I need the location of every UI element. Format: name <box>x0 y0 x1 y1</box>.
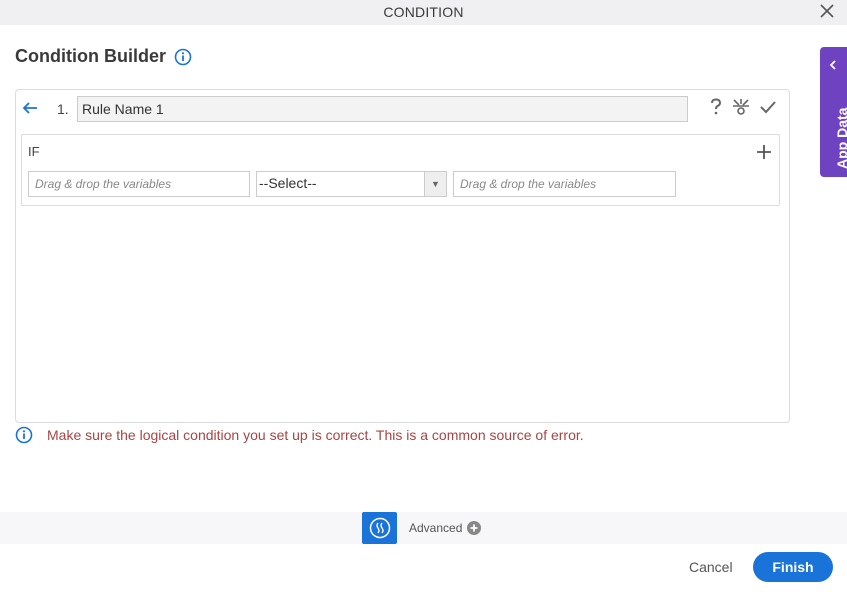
rule-panel: 1. IF Drag & drop the variables --Select… <box>15 89 790 423</box>
page-heading: Condition Builder <box>15 46 192 67</box>
advanced-toggle-button[interactable] <box>362 512 397 544</box>
right-variable-dropzone[interactable]: Drag & drop the variables <box>453 171 676 197</box>
chevron-left-icon <box>829 60 836 70</box>
rule-name-input[interactable] <box>77 96 688 122</box>
advanced-bar: Advanced <box>0 512 847 544</box>
check-icon[interactable] <box>759 99 777 115</box>
finish-button[interactable]: Finish <box>753 552 833 582</box>
warning-message: Make sure the logical condition you set … <box>15 426 584 444</box>
if-label: IF <box>28 144 40 159</box>
operator-select[interactable]: --Select-- ▼ <box>256 171 447 197</box>
cancel-button[interactable]: Cancel <box>689 559 733 575</box>
help-icon[interactable] <box>709 98 723 116</box>
dialog-titlebar: CONDITION <box>0 0 847 25</box>
if-condition-block: IF Drag & drop the variables --Select-- … <box>21 134 780 206</box>
app-data-label: App Data <box>834 107 847 169</box>
left-variable-dropzone[interactable]: Drag & drop the variables <box>28 171 250 197</box>
expand-plus-icon[interactable] <box>467 521 481 535</box>
info-icon <box>15 426 33 444</box>
add-condition-icon[interactable] <box>755 143 773 161</box>
warning-text: Make sure the logical condition you set … <box>47 427 584 443</box>
back-arrow-icon[interactable] <box>22 101 38 115</box>
app-data-tab[interactable]: App Data <box>820 47 847 177</box>
dialog-title: CONDITION <box>383 4 464 20</box>
bug-icon[interactable] <box>731 98 751 116</box>
dropdown-arrow-icon[interactable]: ▼ <box>424 172 446 196</box>
rule-number: 1. <box>57 101 69 117</box>
info-icon[interactable] <box>174 48 192 66</box>
advanced-label[interactable]: Advanced <box>409 521 462 535</box>
operator-selected-value: --Select-- <box>259 175 317 191</box>
page-title: Condition Builder <box>15 46 166 66</box>
rule-actions <box>709 98 777 116</box>
close-icon[interactable] <box>819 3 835 19</box>
advanced-icon <box>369 517 390 539</box>
